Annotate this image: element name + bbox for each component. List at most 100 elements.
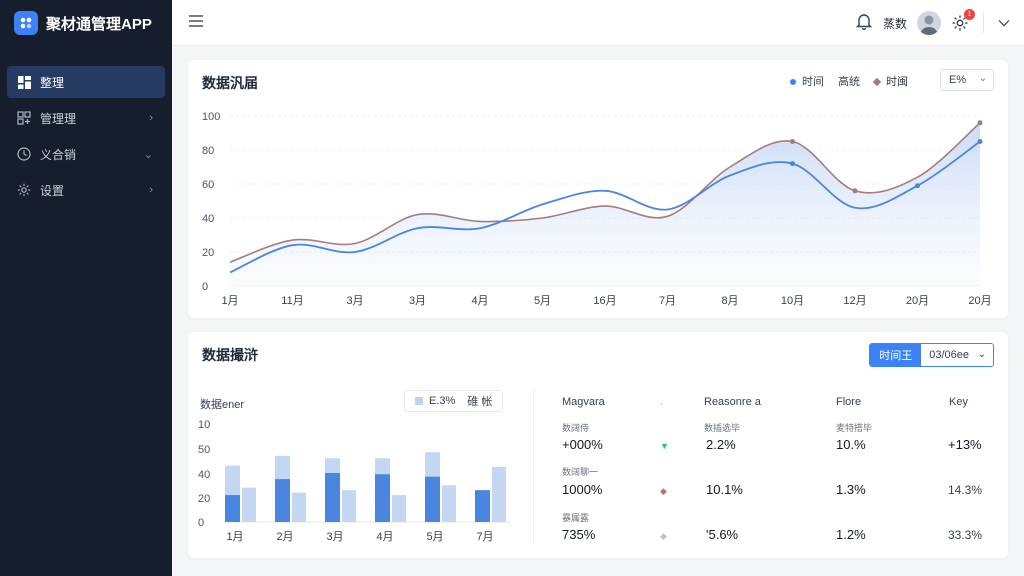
- bar-chart: 0 20 40 50 10 1月 2月 3月 4月 5月 7月: [198, 419, 510, 543]
- avatar[interactable]: [917, 11, 941, 35]
- sidebar-item-label: 整理: [40, 75, 65, 90]
- sidebar-item-sales[interactable]: 义合销 ⌄: [7, 138, 165, 170]
- trend-down-icon: ▼: [660, 441, 669, 451]
- x-tick-label: 20月: [968, 295, 991, 307]
- x-tick-label: 10月: [781, 295, 804, 307]
- data-point: [790, 139, 795, 144]
- cell-value: 10.%: [836, 437, 866, 452]
- x-tick-label: 11月: [281, 295, 303, 307]
- y-tick-label: 10: [198, 419, 210, 431]
- row-label: 数阔聊一: [562, 467, 599, 477]
- column-header: Magvara: [562, 396, 605, 408]
- date-select[interactable]: 03/06ee ⌄: [921, 344, 993, 366]
- row-label: 数阔侍: [562, 423, 590, 433]
- trend-diamond-icon: ◆: [660, 486, 667, 496]
- y-tick-label: 40: [202, 213, 214, 225]
- line-chart: 0 20 40 60 80 100 1月 11月 3月 3月 4月 5月 16月 7月 8月 10月 12月 20…: [202, 111, 992, 307]
- top-bar: 蒸数 1: [172, 0, 1024, 46]
- chevron-down-icon[interactable]: [998, 14, 1010, 32]
- x-tick-label: 20月: [906, 295, 929, 307]
- row-value: +000%: [562, 437, 603, 452]
- chevron-down-icon: ⌄: [977, 349, 986, 360]
- sort-icon[interactable]: ˎ: [660, 394, 664, 406]
- cell-label: 麦特搭毕: [836, 423, 873, 433]
- cell-value: '5.6%: [706, 527, 739, 542]
- x-tick-label: 5月: [426, 531, 443, 543]
- settings-sliders-icon: [17, 111, 31, 125]
- cell-value: 1.2%: [836, 527, 866, 542]
- y-tick-label: 0: [198, 517, 204, 529]
- cell-value: 33.3%: [948, 528, 983, 542]
- app-logo-icon: [14, 11, 38, 35]
- x-tick-label: 3月: [326, 531, 343, 543]
- sidebar-item-dashboard[interactable]: 整理: [7, 66, 165, 98]
- x-tick-label: 2月: [276, 531, 293, 543]
- bar: [325, 473, 340, 522]
- menu-icon[interactable]: [188, 14, 204, 33]
- gear-icon: [17, 183, 31, 197]
- y-tick-label: 60: [202, 179, 214, 191]
- bar: [242, 487, 256, 522]
- cell-label: 数插选毕: [704, 423, 741, 433]
- user-name[interactable]: 蒸数: [883, 15, 907, 32]
- bar: [225, 495, 240, 522]
- x-tick-label: 12月: [843, 295, 866, 307]
- data-point: [977, 120, 983, 126]
- cell-value: +13%: [948, 437, 982, 452]
- bar: [492, 466, 506, 522]
- y-tick-label: 80: [202, 145, 214, 157]
- chevron-down-icon: ⌄: [143, 148, 153, 161]
- x-tick-label: 4月: [471, 295, 488, 307]
- bar: [442, 485, 456, 522]
- bar: [342, 490, 356, 522]
- cell-value: 14.3%: [948, 483, 983, 497]
- divider: [533, 388, 534, 544]
- settings-button[interactable]: 1: [951, 9, 975, 32]
- sidebar-item-label: 义合销: [40, 147, 77, 162]
- filter-button-group: 时间王 03/06ee ⌄: [869, 343, 994, 367]
- x-tick-label: 16月: [593, 295, 616, 307]
- time-filter-button[interactable]: 时间王: [870, 344, 922, 366]
- x-tick-label: 4月: [376, 531, 393, 543]
- app-title: 聚材通管理APP: [46, 15, 152, 33]
- y-tick-label: 20: [202, 247, 214, 259]
- y-tick-label: 0: [202, 281, 208, 293]
- bar: [375, 474, 390, 522]
- x-tick-label: 7月: [659, 295, 676, 307]
- x-tick-label: 1月: [226, 531, 243, 543]
- cell-value: 1.3%: [836, 482, 866, 497]
- column-header: Key: [949, 396, 968, 408]
- chevron-right-icon: ›: [149, 184, 153, 196]
- x-tick-label: 1月: [221, 295, 238, 307]
- cell-value: 2.2%: [706, 437, 736, 452]
- x-tick-label: 7月: [476, 531, 493, 543]
- y-tick-label: 100: [202, 111, 220, 123]
- row-value: 735%: [562, 527, 596, 542]
- row-label: 暴属露: [562, 513, 590, 523]
- data-point: [977, 139, 983, 144]
- sidebar: 聚材通管理APP 整理 管理理 › 义合销 ⌄ 设置 ›: [0, 0, 172, 576]
- sidebar-item-settings[interactable]: 设置 ›: [7, 174, 165, 206]
- bar: [475, 490, 490, 522]
- y-tick-label: 50: [198, 444, 210, 456]
- x-tick-label: 3月: [409, 295, 426, 307]
- sidebar-item-label: 设置: [40, 183, 65, 198]
- chevron-right-icon: ›: [149, 112, 153, 124]
- sidebar-item-manage[interactable]: 管理理 ›: [7, 102, 165, 134]
- cell-value: 10.1%: [706, 482, 743, 497]
- clock-icon: [17, 147, 31, 161]
- column-header: Reasonre a: [704, 396, 761, 408]
- analysis-card: 数据撮浒 时间王 03/06ee ⌄ 数据ener E.3% 碓 帐 0 20 40…: [188, 332, 1008, 558]
- column-header: Flore: [836, 396, 862, 408]
- bell-icon[interactable]: [855, 12, 873, 35]
- divider: [983, 13, 984, 33]
- x-tick-label: 5月: [534, 295, 551, 307]
- top-right-controls: 蒸数 1: [855, 0, 1010, 46]
- dashboard-icon: [17, 75, 31, 89]
- bar: [275, 479, 290, 522]
- brand[interactable]: 聚材通管理APP: [0, 0, 172, 46]
- y-tick-label: 40: [198, 469, 210, 481]
- bar: [292, 492, 306, 522]
- overview-card: 数据汎届 时间 高统 时闽 E% ⌄ 0 20 40 60 80 100 1月 11月 3月 3月…: [188, 60, 1008, 318]
- date-select-value: 03/06ee: [929, 349, 969, 361]
